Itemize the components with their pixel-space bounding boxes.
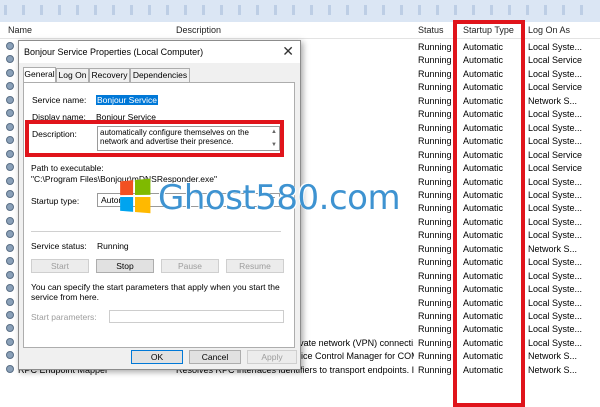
column-description[interactable]: Description [176,25,221,35]
service-logon-cell: Local Syste... [528,176,583,187]
service-logon-cell: Local Syste... [528,68,583,79]
service-logon-cell: Local Syste... [528,109,583,120]
service-logon-cell: Local Service [528,163,583,174]
service-logon-cell: Local Syste... [528,122,583,133]
tab-log-on[interactable]: Log On [56,68,89,82]
service-logon-cell: Network S... [528,95,578,106]
pause-button[interactable]: Pause [161,259,219,273]
service-status-value: Running [97,241,129,251]
description-highlight [25,120,284,157]
service-logon-cell: Local Syste... [528,284,583,295]
service-logon-cell: Local Syste... [528,311,583,321]
service-logon-cell: Local Syste... [528,324,583,335]
gear-icon [6,311,14,319]
apply-button[interactable]: Apply [247,350,297,364]
service-logon-cell: Network S... [528,243,578,254]
gear-icon [6,42,14,50]
service-logon-cell: Network S... [528,364,578,375]
gear-icon [6,55,14,64]
gear-icon [6,203,14,212]
start-parameters-label: Start parameters: [31,312,97,322]
gear-icon [6,95,14,104]
column-status[interactable]: Status [418,25,444,35]
service-name-selected-text: Bonjour Service [96,95,159,105]
watermark-text: Ghost580.com [158,178,401,218]
service-logon-cell: Local Syste... [528,297,583,308]
service-logon-cell: Local Syste... [528,189,583,200]
toolbar-pattern [4,5,594,15]
dialog-title: Bonjour Service Properties (Local Comput… [24,47,204,57]
service-name-label: Service name: [32,95,87,105]
gear-icon [6,149,14,158]
gear-icon [6,176,14,185]
gear-icon [6,297,14,306]
divider [31,231,281,232]
gear-icon [6,337,14,346]
dialog-titlebar: Bonjour Service Properties (Local Comput… [19,41,300,63]
windows-logo-icon [120,178,153,215]
gear-icon [6,82,14,91]
service-logon-cell: Local Syste... [528,203,583,214]
column-name[interactable]: Name [8,25,32,35]
service-logon-cell: Local Syste... [528,230,583,241]
start-parameters-hint: You can specify the start parameters tha… [31,282,280,302]
startup-type-label: Startup type: [31,196,80,206]
startup-type-highlight [453,20,525,407]
service-logon-cell: Network S... [528,351,578,362]
service-logon-cell: Local Service [528,82,583,93]
tab-dependencies[interactable]: Dependencies [130,68,190,82]
service-logon-cell: Local Syste... [528,42,583,52]
gear-icon [6,216,14,225]
gear-icon [6,109,14,118]
close-icon[interactable]: ✕ [282,43,294,60]
resume-button[interactable]: Resume [226,259,284,273]
service-logon-cell: Local Syste... [528,136,583,147]
start-button[interactable]: Start [31,259,89,273]
tab-general[interactable]: General [23,67,56,82]
gear-icon [6,189,14,198]
gear-icon [6,324,14,333]
service-logon-cell: Local Syste... [528,257,583,268]
stop-button[interactable]: Stop [96,259,154,273]
gear-icon [6,122,14,131]
start-parameters-input[interactable] [109,310,284,323]
service-status-label: Service status: [31,241,87,251]
gear-icon [6,364,14,373]
service-logon-cell: Local Service [528,149,583,160]
service-logon-cell: Local Syste... [528,270,583,281]
gear-icon [6,230,14,239]
gear-icon [6,257,14,266]
ok-button[interactable]: OK [131,350,183,364]
service-logon-cell: Local Syste... [528,216,583,227]
gear-icon [6,351,14,360]
gear-icon [6,68,14,77]
gear-icon [6,284,14,293]
column-log-on-as[interactable]: Log On As [528,25,570,35]
cancel-button[interactable]: Cancel [189,350,241,364]
service-logon-cell: Local Service [528,55,583,66]
service-logon-cell: Local Syste... [528,337,583,348]
gear-icon [6,270,14,279]
path-label: Path to executable: [31,163,104,173]
gear-icon [6,163,14,172]
gear-icon [6,136,14,145]
gear-icon [6,243,14,252]
tab-recovery[interactable]: Recovery [89,68,130,82]
service-name-value[interactable]: Bonjour Service [96,95,159,105]
